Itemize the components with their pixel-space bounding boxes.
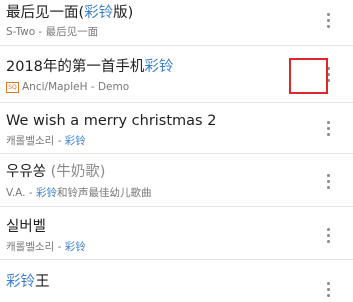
song-title-text: 最后见一面( <box>6 5 85 21</box>
song-title: 실버벨 <box>6 218 46 236</box>
sq-quality-badge: SQ <box>6 82 19 93</box>
song-title-translation: (牛奶歌) <box>50 164 106 180</box>
song-subtitle: 캐롤벨소리 - 彩铃 <box>6 135 86 148</box>
song-title-keyword: 彩铃 <box>6 274 35 290</box>
song-title-text: 2018年的第一首手机 <box>6 59 145 75</box>
song-title-text: 실버벨 <box>6 219 47 235</box>
song-subtitle: SQ Anci/MapleH - Demo <box>6 81 129 94</box>
song-title: 最后见一面(彩铃版) <box>6 4 133 22</box>
song-title: We wish a merry christmas 2 <box>6 112 216 130</box>
song-album-keyword: 彩铃 <box>64 135 86 147</box>
list-item[interactable]: 彩铃王 <box>0 260 353 300</box>
song-subtitle: V.A. - 彩铃和铃声最佳幼儿歌曲 <box>6 187 151 200</box>
song-artist: V.A. - <box>6 187 36 199</box>
song-artist-album: S-Two - 最后见一面 <box>6 26 99 38</box>
song-title: 彩铃王 <box>6 273 50 291</box>
song-title: 2018年的第一首手机彩铃 <box>6 58 173 76</box>
more-vertical-icon[interactable] <box>325 121 331 141</box>
song-artist: 캐롤벨소리 - <box>6 135 65 147</box>
song-subtitle: S-Two - 最后见一面 <box>6 26 98 39</box>
more-vertical-icon[interactable] <box>325 282 331 302</box>
annotation-box <box>289 58 328 94</box>
list-item[interactable]: 우유쏭 (牛奶歌) V.A. - 彩铃和铃声最佳幼儿歌曲 <box>0 154 353 207</box>
list-item[interactable]: 실버벨 캐롤벨소리 - 彩铃 <box>0 207 353 260</box>
more-vertical-icon[interactable] <box>325 228 331 248</box>
more-vertical-icon[interactable] <box>325 174 331 194</box>
song-title-tail: 王 <box>35 274 50 290</box>
song-title-keyword: 彩铃 <box>144 59 174 75</box>
song-artist-album: Anci/MapleH - Demo <box>22 81 130 93</box>
song-title-text: 우유쏭 <box>6 164 51 180</box>
song-title-tail: 版) <box>113 5 134 21</box>
song-title-keyword: 彩铃 <box>84 5 114 21</box>
song-title: 우유쏭 (牛奶歌) <box>6 163 105 181</box>
list-item[interactable]: We wish a merry christmas 2 캐롤벨소리 - 彩铃 <box>0 103 353 154</box>
more-vertical-icon[interactable] <box>325 13 331 33</box>
song-album-tail: 和铃声最佳幼儿歌曲 <box>56 187 152 199</box>
list-item[interactable]: 最后见一面(彩铃版) S-Two - 最后见一面 <box>0 0 353 46</box>
song-subtitle: 캐롤벨소리 - 彩铃 <box>6 241 86 254</box>
song-album-keyword: 彩铃 <box>35 187 57 199</box>
song-artist: 캐롤벨소리 - <box>6 241 65 253</box>
song-title-text: We wish a merry christmas 2 <box>6 113 217 129</box>
song-album-keyword: 彩铃 <box>64 241 86 253</box>
